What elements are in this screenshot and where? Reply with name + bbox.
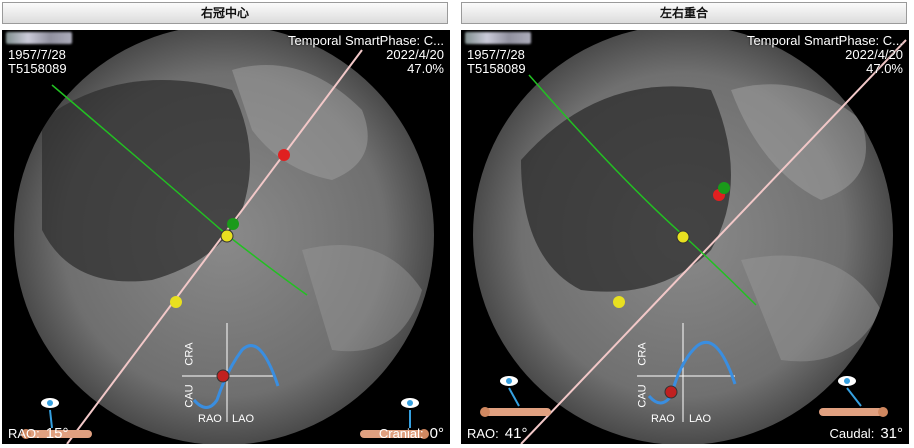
marker-yellow-center <box>676 230 690 244</box>
study-info: Temporal SmartPhase: C... 2022/4/20 47.0… <box>288 34 444 76</box>
curve-label-cau: CAU <box>636 384 649 408</box>
study-date: 2022/4/20 <box>845 47 903 62</box>
patient-id: T5158089 <box>8 61 67 76</box>
right-view-panel: 左右重合 1957/7/28 T5158089 Temporal SmartPh… <box>461 0 911 448</box>
patient-info: 1957/7/28 T5158089 <box>8 34 67 76</box>
marker-yellow <box>613 296 625 308</box>
panel-title: 右冠中心 <box>2 2 448 24</box>
curve-label-lao: LAO <box>689 413 712 425</box>
curve-label-rao: RAO <box>651 413 675 425</box>
marker-green <box>718 182 730 194</box>
left-view-panel: 右冠中心 1957/7/28 T5158089 Temporal SmartPh… <box>2 0 452 448</box>
xray-image <box>473 30 907 444</box>
angle-position-marker <box>216 369 230 383</box>
curve-label-cra: CRA <box>636 342 649 366</box>
curve-label-lao: LAO <box>232 413 255 425</box>
xray-viewport[interactable]: 1957/7/28 T5158089 Temporal SmartPhase: … <box>461 30 909 444</box>
rao-angle-readout: RAO: 15° <box>8 425 69 442</box>
marker-yellow-center <box>220 229 234 243</box>
curve-label-rao: RAO <box>198 413 222 425</box>
study-info: Temporal SmartPhase: C... 2022/4/20 47.0… <box>747 34 903 76</box>
angle-position-marker <box>664 385 678 399</box>
study-title: Temporal SmartPhase: C... <box>746 33 903 48</box>
xray-viewport[interactable]: 1957/7/28 T5158089 Temporal SmartPhase: … <box>2 30 450 444</box>
marker-red <box>278 149 290 161</box>
patient-id: T5158089 <box>467 61 526 76</box>
curve-label-cau: CAU <box>183 384 196 408</box>
rao-angle-readout: RAO: 41° <box>467 425 528 442</box>
study-title: Temporal SmartPhase: C... <box>287 33 444 48</box>
patient-info: 1957/7/28 T5158089 <box>467 34 526 76</box>
curve-label-cra: CRA <box>183 342 196 366</box>
cranial-angle-readout: Cranial: 0° <box>378 425 444 442</box>
birth-date: 1957/7/28 <box>8 47 66 62</box>
marker-green <box>227 218 239 230</box>
study-date: 2022/4/20 <box>386 47 444 62</box>
caudal-angle-readout: Caudal: 31° <box>829 425 904 442</box>
birth-date: 1957/7/28 <box>467 47 525 62</box>
panel-title: 左右重合 <box>461 2 907 24</box>
xray-image <box>14 30 434 444</box>
zoom-level: 47.0% <box>407 61 444 76</box>
marker-yellow <box>170 296 182 308</box>
zoom-level: 47.0% <box>866 61 903 76</box>
